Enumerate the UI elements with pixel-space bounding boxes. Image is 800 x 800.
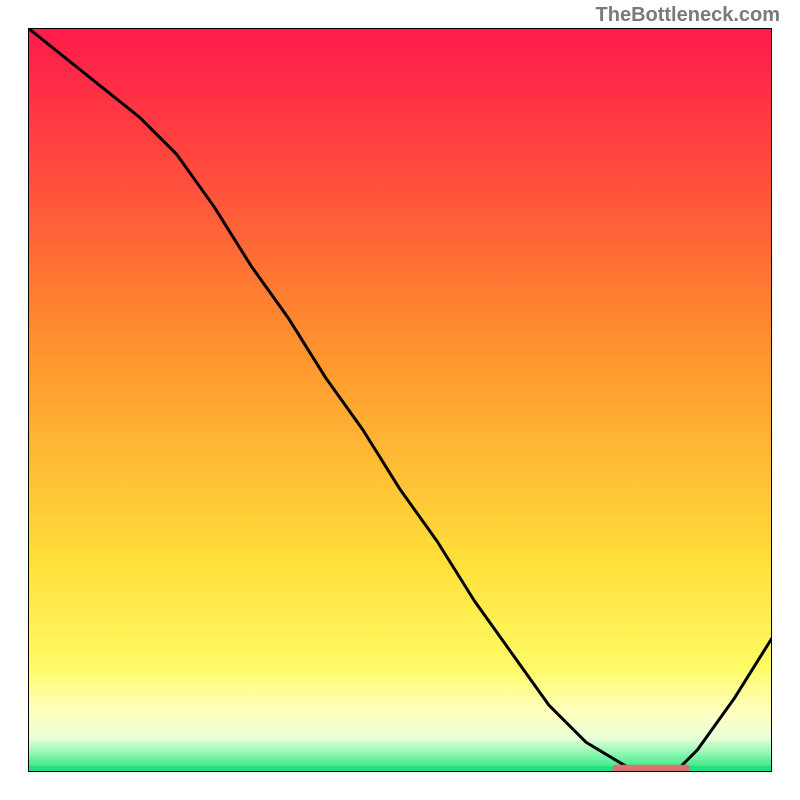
chart-background: [28, 28, 772, 772]
chart-container: [28, 28, 772, 772]
bottleneck-chart: [28, 28, 772, 772]
watermark-text: TheBottleneck.com: [596, 4, 780, 27]
